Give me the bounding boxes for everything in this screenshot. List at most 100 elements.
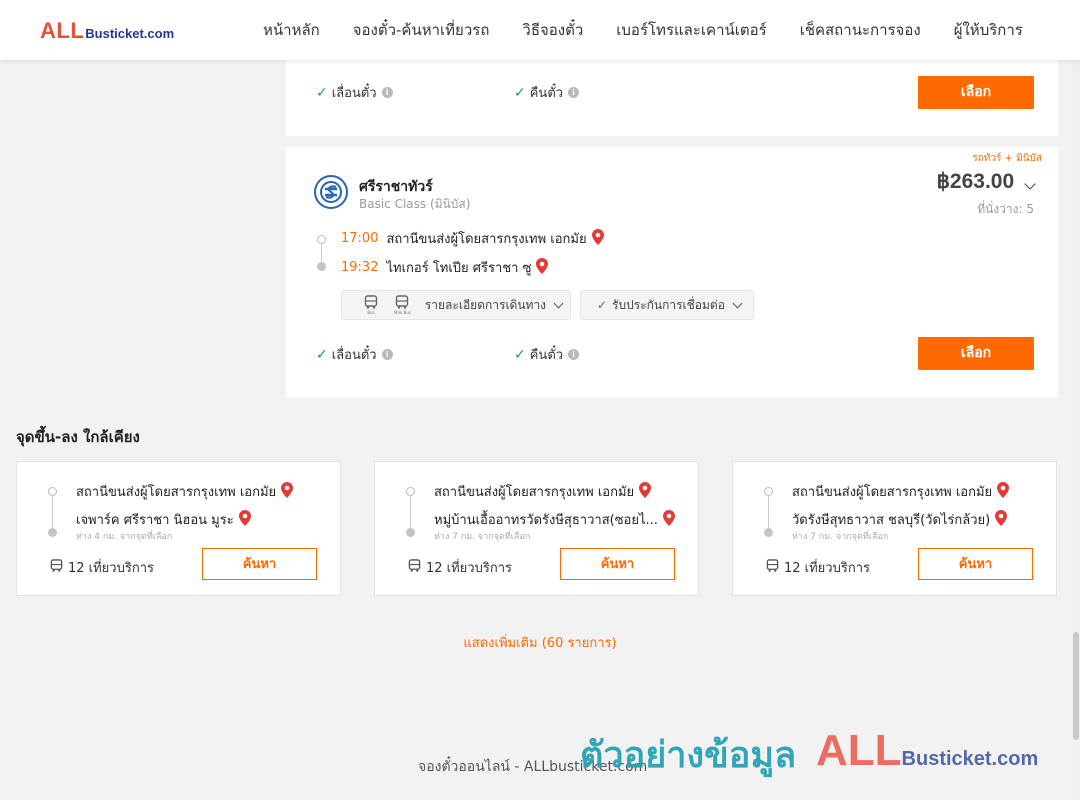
bus-icon — [408, 559, 421, 576]
feature-label: เลื่อนตั๋ว — [331, 86, 377, 101]
map-pin-icon[interactable] — [591, 228, 604, 249]
route-details-label: รายละเอียดการเดินทาง — [424, 297, 547, 312]
nav-how-to-book[interactable]: วิธีจองตั๋ว — [522, 18, 583, 42]
info-icon[interactable]: i — [381, 87, 393, 98]
bus-icon-label: Bus — [367, 310, 375, 315]
map-pin-icon[interactable] — [536, 257, 549, 278]
timeline-line — [768, 492, 769, 532]
check-icon: ✓ — [514, 84, 526, 101]
nearby-trip-count-label: 12 เที่ยวบริการ — [784, 561, 870, 576]
timeline-destination-dot — [48, 528, 57, 537]
nearby-card: สถานีขนส่งผู้โดยสารกรุงเทพ เอกมัย วัดรัง… — [732, 461, 1057, 596]
feature-label: คืนตั๋ว — [529, 348, 564, 363]
search-button[interactable]: ค้นหา — [918, 548, 1033, 580]
select-button[interactable]: เลือก — [918, 337, 1034, 370]
departure-time: 17:00 — [341, 231, 379, 246]
arrival-stop-name: ไทเกอร์ โทเปีย ศรีราชา ซู — [386, 261, 532, 276]
connection-guarantee-toggle[interactable]: ✓ รับประกันการเชื่อมต่อ — [580, 290, 754, 320]
nearby-trip-count: 12 เที่ยวบริการ — [50, 557, 154, 578]
show-more-link[interactable]: แสดงเพิ่มเติม (60 รายการ) — [0, 632, 1080, 653]
select-button[interactable]: เลือก — [918, 76, 1034, 109]
departure-stop: 17:00 สถานีขนส่งผู้โดยสารกรุงเทพ เอกมัย — [341, 228, 604, 249]
chevron-down-icon — [732, 298, 743, 308]
feature-change-ticket: ✓ เลื่อนตั๋ว i — [316, 344, 393, 365]
minibus-icon: Mini Bus — [394, 295, 411, 315]
route-details-toggle[interactable]: Bus Mini Bus รายละเอียดการเดินทาง — [341, 290, 571, 320]
map-pin-icon[interactable] — [995, 509, 1008, 530]
map-pin-icon[interactable] — [662, 509, 675, 530]
check-icon: ✓ — [514, 346, 526, 363]
brand-watermark: ALLBusticket.com — [816, 726, 1038, 776]
feature-label: เลื่อนตั๋ว — [331, 348, 377, 363]
nearby-to: หมู่บ้านเอื้ออาทรวัดรังษีสุธาวาส(ซอยไ... — [434, 509, 675, 530]
site-logo[interactable]: ALLBusticket.com — [40, 18, 174, 44]
main-nav: หน้าหลัก จองตั๋ว-ค้นหาเที่ยวรถ วิธีจองตั… — [263, 0, 1056, 60]
info-icon[interactable]: i — [568, 87, 580, 98]
watermark-all-text: ALL — [816, 726, 902, 775]
nav-home[interactable]: หน้าหลัก — [263, 18, 320, 42]
bus-icon: Bus — [364, 295, 378, 315]
nearby-to-name: เจพาร์ค ศรีราชา นิฮอน มูระ — [76, 513, 234, 528]
scrollbar-thumb[interactable] — [1073, 632, 1079, 740]
nearby-card: สถานีขนส่งผู้โดยสารกรุงเทพ เอกมัย หมู่บ้… — [374, 461, 699, 596]
nav-phone-counters[interactable]: เบอร์โทรและเคาน์เตอร์ — [616, 18, 766, 42]
logo-all-text: ALL — [40, 18, 85, 43]
chevron-down-icon — [553, 298, 564, 308]
nav-book-search[interactable]: จองตั๋ว-ค้นหาเที่ยวรถ — [353, 18, 490, 42]
minibus-icon-label: Mini Bus — [394, 310, 411, 315]
map-pin-icon[interactable] — [238, 509, 251, 530]
search-button[interactable]: ค้นหา — [202, 548, 317, 580]
nearby-from-name: สถานีขนส่งผู้โดยสารกรุงเทพ เอกมัย — [434, 485, 635, 500]
timeline-destination-dot — [764, 528, 773, 537]
feature-change-ticket: ✓ เลื่อนตั๋ว i — [316, 82, 393, 103]
nearby-trip-count-label: 12 เที่ยวบริการ — [68, 561, 154, 576]
nav-operators[interactable]: ผู้ให้บริการ — [954, 18, 1023, 42]
arrival-time: 19:32 — [341, 260, 379, 275]
map-pin-icon[interactable] — [281, 481, 294, 502]
nearby-distance: ห่าง 7 กม. จากจุดที่เลือก — [792, 532, 889, 542]
nearby-from-name: สถานีขนส่งผู้โดยสารกรุงเทพ เอกมัย — [792, 485, 993, 500]
sample-watermark: ตัวอย่างข้อมูล — [580, 735, 797, 776]
nearby-distance: ห่าง 4 กม. จากจุดที่เลือก — [76, 532, 173, 542]
info-icon[interactable]: i — [568, 349, 580, 360]
timeline-destination-dot — [317, 262, 326, 271]
bus-icon — [50, 559, 63, 576]
timeline-origin-dot — [406, 487, 415, 496]
nearby-section-title: จุดขึ้น-ลง ใกล้เคียง — [16, 428, 140, 446]
nearby-trip-count: 12 เที่ยวบริการ — [408, 557, 512, 578]
nav-booking-status[interactable]: เช็คสถานะการจอง — [800, 18, 921, 42]
feature-refund-ticket: ✓ คืนตั๋ว i — [514, 344, 580, 365]
watermark-busticket-text: Busticket.com — [901, 748, 1039, 770]
operator-logo-icon — [314, 175, 348, 209]
bus-icon — [766, 559, 779, 576]
map-pin-icon[interactable] — [639, 481, 652, 502]
top-header: ALLBusticket.com หน้าหลัก จองตั๋ว-ค้นหาเ… — [0, 0, 1080, 60]
timeline-line — [52, 492, 53, 532]
check-icon: ✓ — [597, 298, 608, 312]
nearby-from: สถานีขนส่งผู้โดยสารกรุงเทพ เอกมัย — [792, 481, 1010, 502]
trip-card-previous: ✓ เลื่อนตั๋ว i ✓ คืนตั๋ว i เลือก — [286, 60, 1058, 136]
nearby-to: วัดรังษีสุทธาวาส ชลบุรี(วัดไร่กล้วย) — [792, 509, 1008, 530]
seats-available: ที่นั่งว่าง: 5 — [977, 202, 1034, 216]
timeline-destination-dot — [406, 528, 415, 537]
check-icon: ✓ — [316, 84, 328, 101]
chevron-down-icon — [1024, 178, 1036, 190]
nearby-to: เจพาร์ค ศรีราชา นิฮอน มูระ — [76, 509, 251, 530]
timeline-origin-dot — [764, 487, 773, 496]
check-icon: ✓ — [316, 346, 328, 363]
map-pin-icon[interactable] — [997, 481, 1010, 502]
info-icon[interactable]: i — [381, 349, 393, 360]
nearby-from-name: สถานีขนส่งผู้โดยสารกรุงเทพ เอกมัย — [76, 485, 277, 500]
departure-stop-name: สถานีขนส่งผู้โดยสารกรุงเทพ เอกมัย — [386, 232, 587, 247]
timeline-origin-dot — [317, 235, 326, 244]
operator-class: Basic Class (มินิบัส) — [359, 197, 471, 211]
connection-guarantee-label: รับประกันการเชื่อมต่อ — [612, 297, 725, 312]
feature-refund-ticket: ✓ คืนตั๋ว i — [514, 82, 580, 103]
arrival-stop: 19:32 ไทเกอร์ โทเปีย ศรีราชา ซู — [341, 257, 549, 278]
feature-label: คืนตั๋ว — [529, 86, 564, 101]
nearby-trip-count: 12 เที่ยวบริการ — [766, 557, 870, 578]
search-button[interactable]: ค้นหา — [560, 548, 675, 580]
nearby-card: สถานีขนส่งผู้โดยสารกรุงเทพ เอกมัย เจพาร์… — [16, 461, 341, 596]
vehicle-type-tag: รถทัวร์ + มินิบัส — [972, 153, 1042, 164]
price[interactable]: ฿263.00 — [937, 169, 1036, 194]
